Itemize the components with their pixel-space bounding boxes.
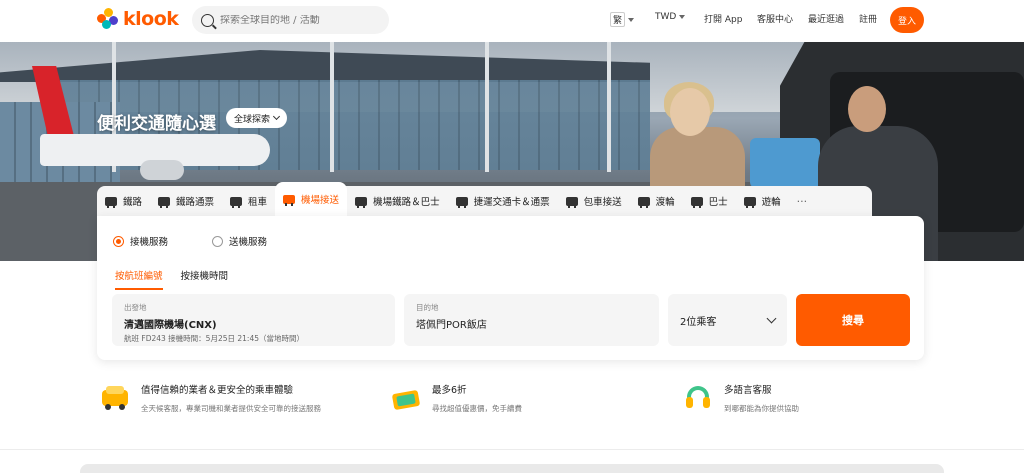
radio-unselected-icon (212, 235, 224, 247)
section-divider (0, 449, 1024, 450)
airplane-engine (140, 160, 184, 180)
currency-selector[interactable]: TWD (655, 12, 686, 22)
radio-pickup[interactable]: 接機服務 (113, 234, 168, 248)
klook-logo-icon (97, 8, 119, 30)
tab-label: 遊輪 (761, 197, 781, 208)
service-type-radios: 接機服務 送機服務 (113, 234, 267, 248)
tab-airport-rail-bus[interactable]: 機場鐵路＆巴士 (347, 186, 448, 216)
search-input[interactable] (220, 14, 370, 26)
search-icon (201, 13, 214, 27)
tab-label: 租車 (248, 197, 268, 208)
login-button[interactable]: 登入 (890, 7, 924, 33)
tab-rail-pass[interactable]: 鐵路通票 (150, 186, 222, 216)
logo-text: klook (123, 8, 179, 30)
hero-title: 便利交通隨心選 (97, 114, 216, 134)
car-rental-icon (230, 196, 243, 208)
feature-title: 值得信賴的業者＆更安全的乘車體驗 (141, 385, 294, 396)
feature-desc: 尋找超值優惠價，免手續費 (432, 404, 522, 413)
explore-button[interactable]: 全球探索 (226, 108, 288, 128)
language-selector[interactable]: 繁 (610, 12, 635, 27)
tab-label: 巴士 (708, 197, 728, 208)
headset-icon (684, 384, 712, 412)
feature-multilingual: 多語言客服 到哪都能為你提供協助 (684, 382, 799, 415)
recently-viewed-link[interactable]: 最近逛過 (808, 12, 844, 25)
feature-discount: 最多6折 尋找超值優惠價，免手續費 (391, 382, 522, 415)
flight-info: 航班 FD243 接機時間：5月25日 21:45（當地時間） (124, 334, 304, 343)
tab-metro-card[interactable]: 捷運交通卡＆通票 (448, 186, 558, 216)
radio-selected-icon (113, 235, 124, 247)
hero-pillar (607, 42, 611, 172)
tab-label: 鐵路通票 (176, 197, 215, 208)
tab-label: 渡輪 (655, 197, 675, 208)
tab-airport-transfer[interactable]: 機場接送 (275, 182, 348, 216)
explore-label: 全球探索 (234, 114, 271, 125)
rail-pass-icon (158, 196, 171, 208)
radio-dropoff[interactable]: 送機服務 (212, 234, 267, 248)
destination-label: 目的地 (416, 303, 439, 312)
tab-by-flight[interactable]: 按航班編號 (115, 268, 163, 290)
destination-value: 塔佩門POR飯店 (416, 320, 487, 331)
passenger-count: 2位乘客 (680, 316, 717, 328)
feature-title: 最多6折 (432, 385, 467, 396)
next-section-card (80, 464, 944, 473)
search-mode-tabs: 按航班編號 按接機時間 (115, 268, 228, 290)
open-app-link[interactable]: 打開 App (704, 12, 742, 25)
tab-label: 鐵路 (123, 197, 143, 208)
car-safety-icon (101, 384, 129, 412)
tab-chartered-car[interactable]: 包車接送 (558, 186, 630, 216)
airport-transfer-icon (283, 194, 296, 206)
language-label: 繁 (610, 12, 626, 27)
departure-field[interactable]: 出發地 清邁國際機場(CNX) 航班 FD243 接機時間：5月25日 21:4… (112, 294, 395, 346)
top-header: klook 繁 TWD 打開 App 客服中心 最近逛過 註冊 登入 (0, 0, 1024, 42)
airport-rail-icon (355, 196, 368, 208)
radio-label: 接機服務 (130, 237, 169, 248)
tab-rail[interactable]: 鐵路 (97, 186, 150, 216)
bus-icon (690, 196, 703, 208)
tab-bus[interactable]: 巴士 (683, 186, 736, 216)
feature-title: 多語言客服 (724, 385, 772, 396)
tab-label: 機場鐵路＆巴士 (373, 197, 440, 208)
transfer-search-panel: 接機服務 送機服務 按航班編號 按接機時間 出發地 清邁國際機場(CNX) 航班… (97, 216, 924, 360)
help-center-link[interactable]: 客服中心 (757, 12, 793, 25)
departure-label: 出發地 (124, 303, 147, 312)
chevron-down-icon (766, 313, 777, 323)
tab-label: 包車接送 (583, 197, 622, 208)
train-icon (105, 196, 117, 208)
tab-car-rental[interactable]: 租車 (222, 186, 275, 216)
feature-desc: 到哪都能為你提供協助 (724, 404, 799, 413)
tab-label: 捷運交通卡＆通票 (473, 197, 550, 208)
feature-desc: 全天候客服，專業司機和業者提供安全可靠的接送服務 (141, 404, 321, 413)
passenger-selector[interactable]: 2位乘客 (668, 294, 787, 346)
search-bar[interactable] (192, 6, 389, 34)
destination-field[interactable]: 目的地 塔佩門POR飯店 (404, 294, 659, 346)
tab-label: 機場接送 (301, 195, 340, 206)
ferry-icon (637, 196, 650, 208)
feature-trusted: 值得信賴的業者＆更安全的乘車體驗 全天候客服，專業司機和業者提供安全可靠的接送服… (101, 382, 341, 415)
ticket-discount-icon (391, 384, 421, 412)
tab-by-time[interactable]: 按接機時間 (181, 268, 229, 290)
departure-value: 清邁國際機場(CNX) (124, 320, 217, 331)
klook-logo[interactable]: klook (97, 8, 179, 30)
search-button[interactable]: 搜尋 (796, 294, 910, 346)
more-tabs-button[interactable]: ··· (789, 195, 816, 208)
tab-ferry[interactable]: 渡輪 (630, 186, 683, 216)
chevron-down-icon (628, 17, 635, 22)
currency-label: TWD (655, 12, 677, 22)
register-link[interactable]: 註冊 (859, 12, 877, 25)
chevron-down-icon (679, 15, 686, 19)
hero-pillar (330, 42, 334, 172)
chevron-down-icon (272, 112, 281, 121)
transport-tabs: 鐵路 鐵路通票 租車 機場接送 機場鐵路＆巴士 捷運交通卡＆通票 包車接送 渡輪… (97, 182, 872, 216)
chartered-car-icon (565, 196, 578, 208)
metro-card-icon (455, 196, 468, 208)
cruise-icon (743, 196, 756, 208)
tab-cruise[interactable]: 遊輪 (736, 186, 789, 216)
radio-label: 送機服務 (229, 237, 268, 248)
hero-pillar (485, 42, 489, 172)
